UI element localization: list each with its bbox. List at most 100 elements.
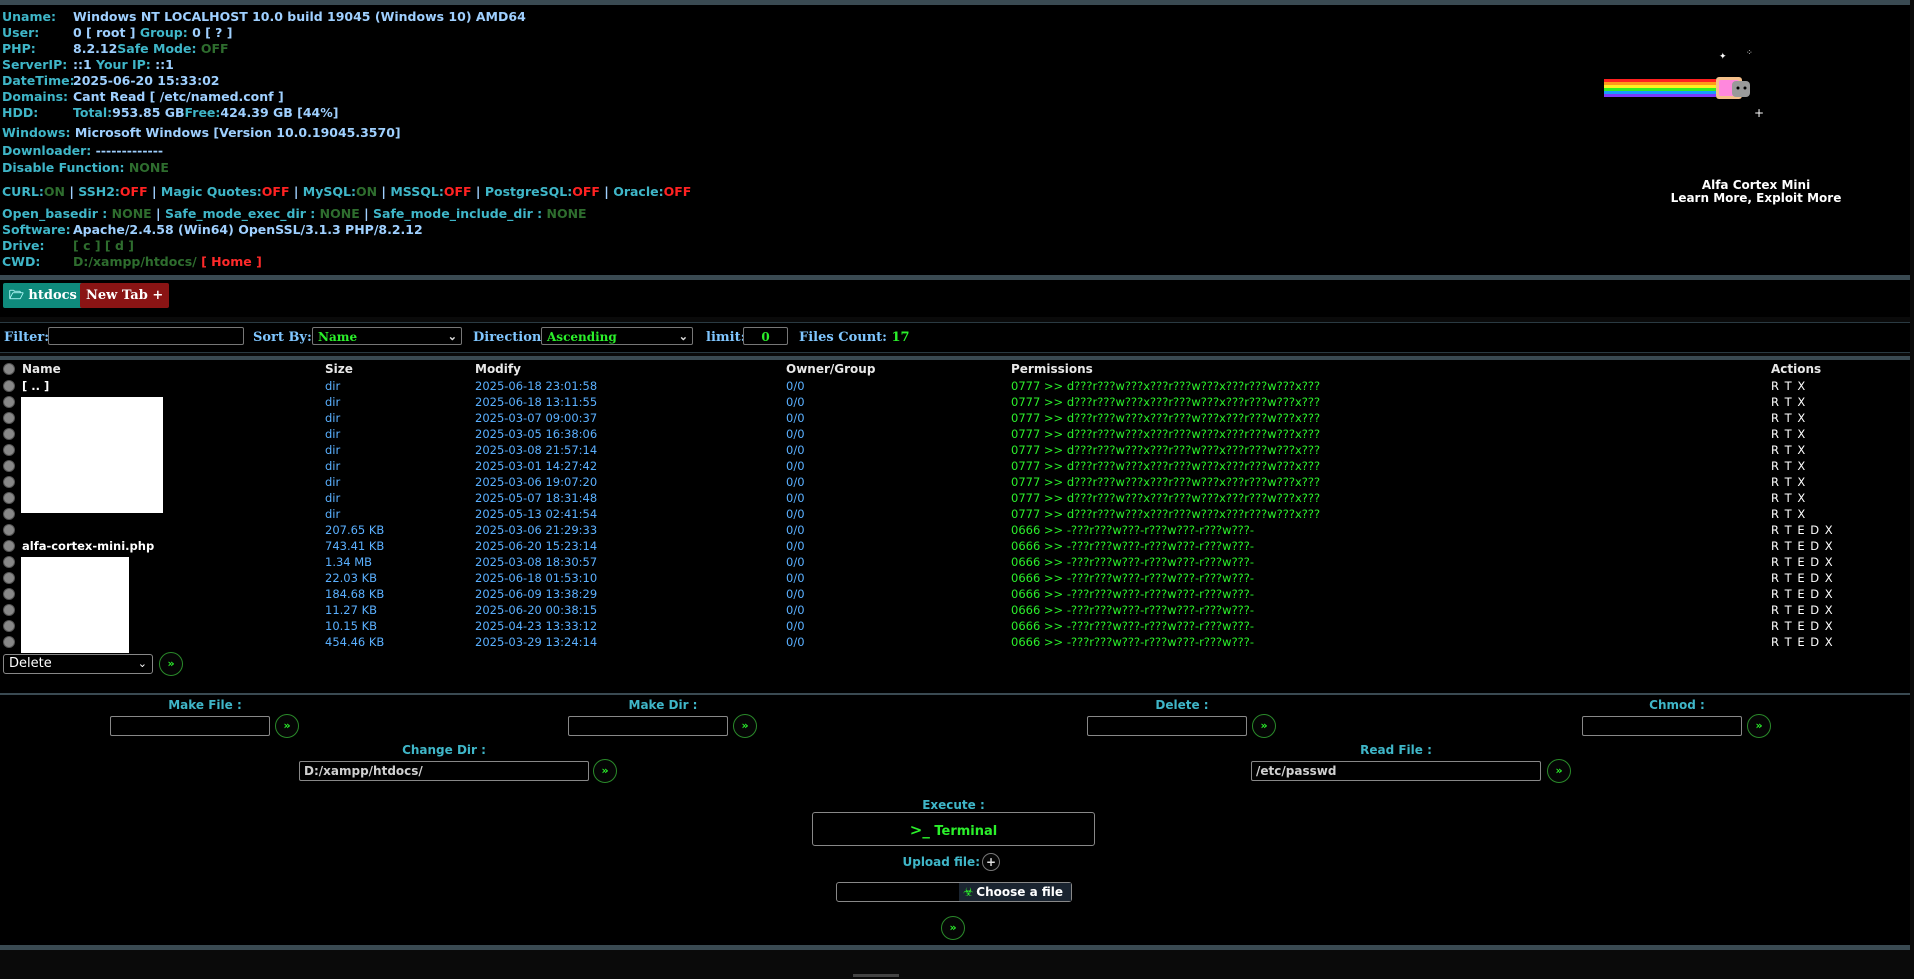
file-permissions[interactable]: 0777 >> d???r???w???x???r???w???x???r???…	[1011, 378, 1320, 394]
header-name[interactable]: Name	[22, 362, 61, 376]
table-row[interactable]: dir 2025-03-05 16:38:06 0/0 0777 >> d???r??…	[0, 426, 1910, 442]
file-actions[interactable]: R T X	[1771, 426, 1806, 442]
header-size[interactable]: Size	[325, 362, 353, 376]
file-permissions[interactable]: 0666 >> -???r???w???-r???w???-r???w???-	[1011, 618, 1254, 634]
read-file-go-button[interactable]: »	[1547, 759, 1571, 783]
table-row[interactable]: 454.46 KB 2025-03-29 13:24:14 0/0 0666 >> -…	[0, 634, 1910, 650]
file-actions[interactable]: R T E D X	[1771, 586, 1834, 602]
read-file-input[interactable]: /etc/passwd	[1251, 761, 1541, 781]
filter-input[interactable]	[48, 327, 244, 345]
make-file-input[interactable]	[110, 716, 270, 736]
file-actions[interactable]: R T X	[1771, 442, 1806, 458]
file-actions[interactable]: R T X	[1771, 378, 1806, 394]
table-row[interactable]: 10.15 KB 2025-04-23 13:33:12 0/0 0666 >> -?…	[0, 618, 1910, 634]
file-permissions[interactable]: 0777 >> d???r???w???x???r???w???x???r???…	[1011, 426, 1320, 442]
table-row[interactable]: 11.27 KB 2025-06-20 00:38:15 0/0 0666 >> -?…	[0, 602, 1910, 618]
row-checkbox[interactable]	[3, 412, 15, 424]
row-checkbox[interactable]	[3, 620, 15, 632]
table-row[interactable]: 22.03 KB 2025-06-18 01:53:10 0/0 0666 >> -?…	[0, 570, 1910, 586]
file-permissions[interactable]: 0666 >> -???r???w???-r???w???-r???w???-	[1011, 522, 1254, 538]
tab-htdocs[interactable]: 🗁 htdocs	[3, 283, 83, 308]
file-permissions[interactable]: 0666 >> -???r???w???-r???w???-r???w???-	[1011, 602, 1254, 618]
table-row[interactable]: dir 2025-03-08 21:57:14 0/0 0777 >> d???r??…	[0, 442, 1910, 458]
file-actions[interactable]: R T E D X	[1771, 554, 1834, 570]
row-checkbox[interactable]	[3, 444, 15, 456]
table-row[interactable]: dir 2025-06-18 13:11:55 0/0 0777 >> d???r??…	[0, 394, 1910, 410]
file-permissions[interactable]: 0777 >> d???r???w???x???r???w???x???r???…	[1011, 490, 1320, 506]
file-actions[interactable]: R T E D X	[1771, 634, 1834, 650]
file-name[interactable]: [ .. ]	[22, 378, 49, 394]
table-row[interactable]: dir 2025-03-07 09:00:37 0/0 0777 >> d???r??…	[0, 410, 1910, 426]
row-checkbox[interactable]	[3, 556, 15, 568]
file-actions[interactable]: R T E D X	[1771, 538, 1834, 554]
table-row[interactable]: dir 2025-03-06 19:07:20 0/0 0777 >> d???r??…	[0, 474, 1910, 490]
sort-by-select[interactable]: Name ⌄	[312, 327, 462, 345]
table-row[interactable]: [ .. ] dir 2025-06-18 23:01:58 0/0 0777 >> d…	[0, 378, 1910, 394]
table-row[interactable]: 207.65 KB 2025-03-06 21:29:33 0/0 0666 >> -…	[0, 522, 1910, 538]
bulk-action-go-button[interactable]: »	[159, 652, 183, 676]
make-dir-input[interactable]	[568, 716, 728, 736]
file-permissions[interactable]: 0777 >> d???r???w???x???r???w???x???r???…	[1011, 506, 1320, 522]
file-actions[interactable]: R T E D X	[1771, 522, 1834, 538]
header-modify[interactable]: Modify	[475, 362, 521, 376]
file-permissions[interactable]: 0666 >> -???r???w???-r???w???-r???w???-	[1011, 634, 1254, 650]
file-permissions[interactable]: 0666 >> -???r???w???-r???w???-r???w???-	[1011, 586, 1254, 602]
row-checkbox[interactable]	[3, 572, 15, 584]
add-upload-button[interactable]: +	[982, 853, 1000, 871]
table-row[interactable]: dir 2025-03-01 14:27:42 0/0 0777 >> d???r??…	[0, 458, 1910, 474]
file-permissions[interactable]: 0777 >> d???r???w???x???r???w???x???r???…	[1011, 474, 1320, 490]
row-checkbox[interactable]	[3, 380, 15, 392]
file-actions[interactable]: R T E D X	[1771, 570, 1834, 586]
file-permissions[interactable]: 0777 >> d???r???w???x???r???w???x???r???…	[1011, 458, 1320, 474]
chmod-input[interactable]	[1582, 716, 1742, 736]
table-row[interactable]: 1.34 MB 2025-03-08 18:30:57 0/0 0666 >> -??…	[0, 554, 1910, 570]
row-checkbox[interactable]	[3, 396, 15, 408]
direction-select[interactable]: Ascending ⌄	[541, 327, 693, 345]
file-actions[interactable]: R T X	[1771, 394, 1806, 410]
table-row[interactable]: dir 2025-05-13 02:41:54 0/0 0777 >> d???r??…	[0, 506, 1910, 522]
bulk-action-select[interactable]: Delete ⌄	[3, 654, 153, 674]
make-dir-go-button[interactable]: »	[733, 714, 757, 738]
file-permissions[interactable]: 0666 >> -???r???w???-r???w???-r???w???-	[1011, 570, 1254, 586]
file-permissions[interactable]: 0777 >> d???r???w???x???r???w???x???r???…	[1011, 410, 1320, 426]
row-checkbox[interactable]	[3, 508, 15, 520]
delete-input[interactable]	[1087, 716, 1247, 736]
header-owner-group[interactable]: Owner/Group	[786, 362, 875, 376]
file-actions[interactable]: R T E D X	[1771, 602, 1834, 618]
row-checkbox[interactable]	[3, 428, 15, 440]
file-permissions[interactable]: 0777 >> d???r???w???x???r???w???x???r???…	[1011, 442, 1320, 458]
row-checkbox[interactable]	[3, 540, 15, 552]
limit-input[interactable]: 0	[743, 327, 788, 345]
row-checkbox[interactable]	[3, 588, 15, 600]
row-checkbox[interactable]	[3, 460, 15, 472]
file-name[interactable]: alfa-cortex-mini.php	[22, 538, 154, 554]
file-actions[interactable]: R T X	[1771, 410, 1806, 426]
terminal-button[interactable]: >_ Terminal	[812, 812, 1095, 846]
chmod-go-button[interactable]: »	[1747, 714, 1771, 738]
upload-go-button[interactable]: »	[941, 916, 965, 940]
file-actions[interactable]: R T X	[1771, 458, 1806, 474]
cwd-path-link[interactable]: D:/xampp/htdocs/	[73, 254, 197, 269]
delete-go-button[interactable]: »	[1252, 714, 1276, 738]
make-file-go-button[interactable]: »	[275, 714, 299, 738]
file-actions[interactable]: R T X	[1771, 506, 1806, 522]
upload-file-input[interactable]: ☣ Choose a file	[836, 882, 1072, 902]
change-dir-go-button[interactable]: »	[593, 759, 617, 783]
row-checkbox[interactable]	[3, 476, 15, 488]
table-row[interactable]: 184.68 KB 2025-06-09 13:38:29 0/0 0666 >> -…	[0, 586, 1910, 602]
file-permissions[interactable]: 0777 >> d???r???w???x???r???w???x???r???…	[1011, 394, 1320, 410]
header-permissions[interactable]: Permissions	[1011, 362, 1093, 376]
horizontal-scrollbar[interactable]	[853, 974, 899, 977]
cwd-home-link[interactable]: [ Home ]	[201, 254, 262, 269]
drive-links[interactable]: [ c ] [ d ]	[73, 238, 134, 253]
row-checkbox[interactable]	[3, 636, 15, 648]
table-row[interactable]: dir 2025-05-07 18:31:48 0/0 0777 >> d???r??…	[0, 490, 1910, 506]
row-checkbox[interactable]	[3, 524, 15, 536]
table-row[interactable]: alfa-cortex-mini.php 743.41 KB 2025-06-20 …	[0, 538, 1910, 554]
file-permissions[interactable]: 0666 >> -???r???w???-r???w???-r???w???-	[1011, 538, 1254, 554]
select-all-checkbox[interactable]	[3, 363, 15, 375]
row-checkbox[interactable]	[3, 492, 15, 504]
file-actions[interactable]: R T X	[1771, 474, 1806, 490]
change-dir-input[interactable]: D:/xampp/htdocs/	[299, 761, 589, 781]
row-checkbox[interactable]	[3, 604, 15, 616]
